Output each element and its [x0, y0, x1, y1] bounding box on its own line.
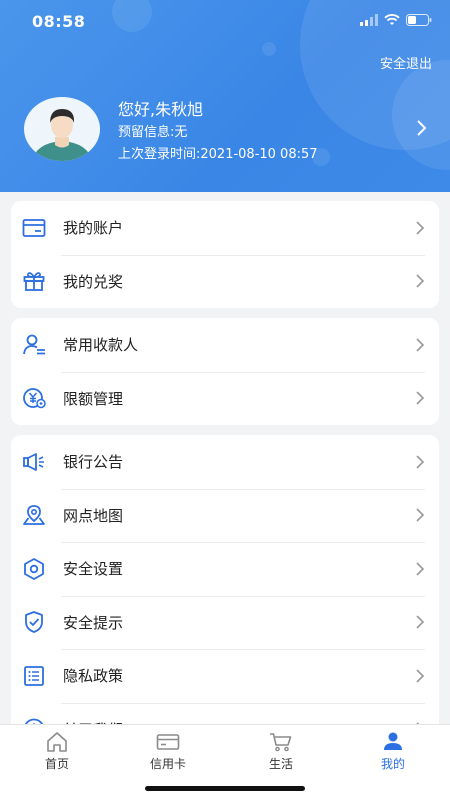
menu-item-label: 我的兑奖: [63, 272, 124, 291]
menu-item-label: 隐私政策: [63, 667, 124, 686]
greeting: 您好,朱秋旭: [118, 100, 204, 119]
menu-item-limit-management[interactable]: 限额管理: [11, 371, 439, 426]
home-indicator: [145, 786, 305, 791]
credit-card-icon: [156, 734, 180, 750]
hexagon-settings-icon: [24, 557, 44, 580]
tab-label: 我的: [380, 757, 405, 771]
avatar[interactable]: [24, 97, 100, 161]
chevron-right-icon: [416, 508, 425, 522]
menu-item-label: 银行公告: [63, 453, 124, 472]
reserve-info: 预留信息:无: [118, 125, 188, 140]
chevron-right-icon: [416, 391, 425, 405]
menu-item-payees[interactable]: 常用收款人: [11, 318, 439, 372]
menu-item-my-prize[interactable]: 我的兑奖: [11, 254, 439, 309]
limit-yuan-icon: [23, 388, 46, 409]
payee-icon: [23, 334, 45, 355]
menu-item-bank-announcement[interactable]: 银行公告: [11, 435, 439, 489]
shield-check-icon: [25, 611, 43, 634]
list-document-icon: [24, 665, 44, 686]
menu-item-label: 网点地图: [63, 506, 124, 525]
chevron-right-icon: [416, 274, 425, 288]
menu-item-privacy-policy[interactable]: 隐私政策: [11, 649, 439, 703]
menu-item-security-tips[interactable]: 安全提示: [11, 595, 439, 650]
tab-label: 信用卡: [149, 757, 186, 771]
chevron-right-icon: [416, 221, 425, 235]
map-pin-icon: [23, 505, 45, 526]
chevron-right-icon: [416, 562, 425, 576]
chevron-right-icon: [416, 338, 425, 352]
gift-icon: [23, 272, 45, 292]
tab-mine[interactable]: 我的: [353, 731, 433, 772]
home-icon: [47, 732, 67, 752]
menu-item-label: 我的账户: [63, 219, 124, 238]
chevron-right-icon: [416, 455, 425, 469]
cart-icon: [270, 733, 292, 752]
avatar-person-icon: [32, 109, 92, 161]
menu-item-branch-map[interactable]: 网点地图: [11, 488, 439, 543]
signal-icon: [360, 14, 378, 26]
menu-item-label: 常用收款人: [63, 336, 139, 355]
battery-icon: [406, 14, 432, 26]
last-login-time: 上次登录时间:2021-08-10 08:57: [118, 147, 318, 162]
tab-label: 生活: [268, 757, 293, 771]
tab-life[interactable]: 生活: [241, 731, 321, 772]
status-bar: 08:58: [0, 0, 450, 44]
chevron-right-icon[interactable]: [416, 119, 428, 137]
megaphone-icon: [23, 452, 44, 471]
chevron-right-icon: [416, 669, 425, 683]
tab-label: 首页: [44, 757, 69, 771]
menu-item-label: 限额管理: [63, 389, 124, 408]
menu-group-transfer: 常用收款人 限额管理: [11, 318, 439, 425]
status-time: 08:58: [32, 12, 86, 31]
menu-item-label: 安全设置: [63, 560, 124, 579]
account-card-icon: [22, 218, 46, 237]
menu-group-services: 银行公告 网点地图 安全设置 安全提示 隐私政策: [11, 435, 439, 735]
tab-credit-card[interactable]: 信用卡: [128, 731, 208, 772]
wifi-icon: [384, 14, 400, 25]
menu-item-security-settings[interactable]: 安全设置: [11, 542, 439, 596]
person-icon: [384, 732, 402, 750]
chevron-right-icon: [416, 615, 425, 629]
menu-item-label: 安全提示: [63, 613, 124, 632]
menu-item-my-account[interactable]: 我的账户: [11, 201, 439, 255]
logout-link[interactable]: 安全退出: [380, 53, 432, 72]
tab-home[interactable]: 首页: [17, 731, 97, 772]
menu-group-account: 我的账户 我的兑奖: [11, 201, 439, 308]
